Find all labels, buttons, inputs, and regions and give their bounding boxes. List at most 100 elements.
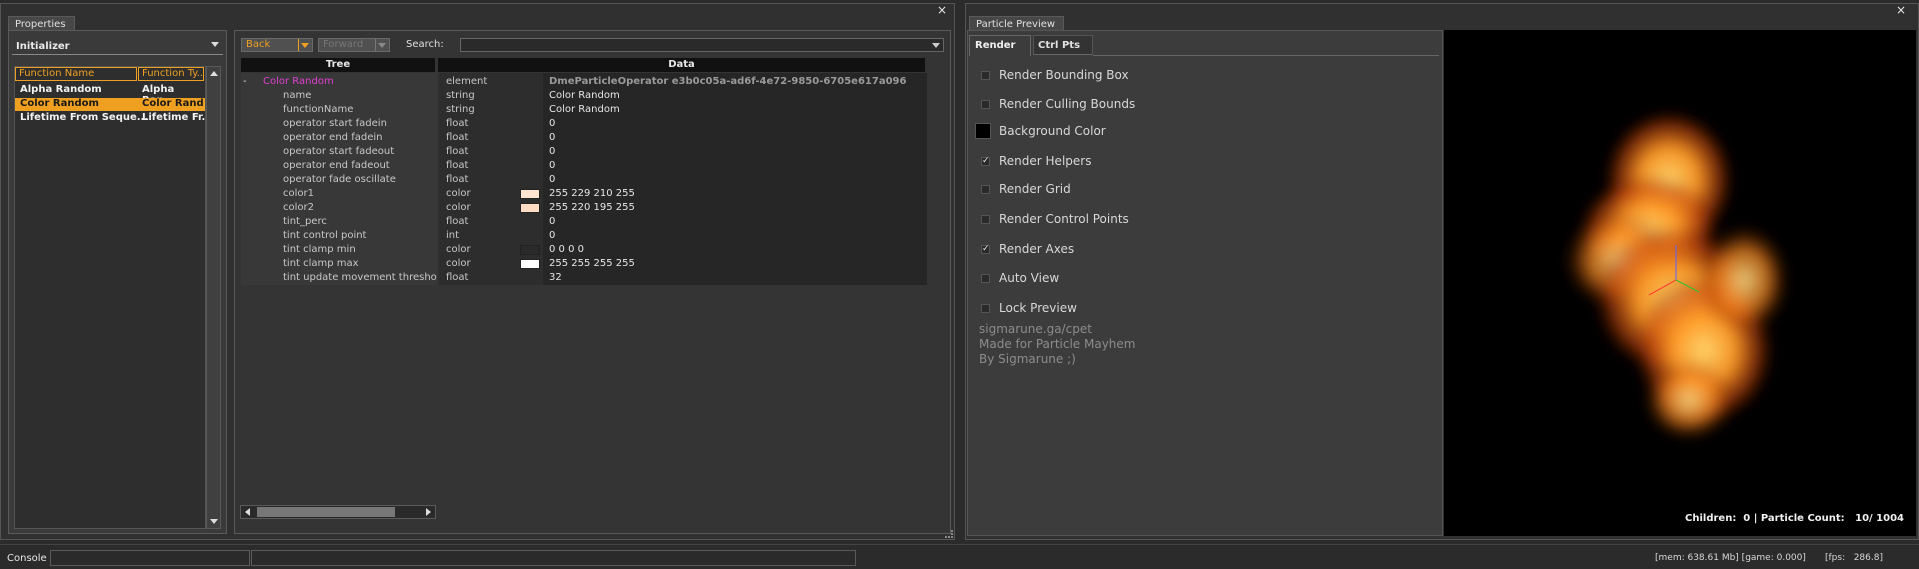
tree-row-name: tint control point bbox=[283, 230, 367, 241]
tree-row[interactable]: tint control point int 0 bbox=[241, 229, 925, 243]
tree-row-type: element bbox=[446, 76, 488, 87]
background-color-swatch[interactable] bbox=[975, 123, 991, 139]
checkbox[interactable] bbox=[981, 71, 990, 80]
particle-viewport[interactable]: Children: 0 | Particle Count: 10/ 1004 bbox=[1444, 30, 1916, 536]
option-render-bounding-box[interactable]: Render Bounding Box bbox=[975, 68, 1275, 87]
tree-row[interactable]: operator fade oscillate float 0 bbox=[241, 173, 925, 187]
console-input[interactable] bbox=[50, 550, 250, 566]
tree-row-value[interactable]: 255 220 195 255 bbox=[549, 201, 635, 215]
back-button[interactable]: Back bbox=[241, 38, 313, 52]
chevron-down-icon[interactable] bbox=[932, 43, 940, 48]
tree-row-type: float bbox=[446, 118, 469, 129]
credit-line: By Sigmarune ;) bbox=[979, 352, 1076, 366]
option-lock-preview[interactable]: Lock Preview bbox=[975, 301, 1275, 320]
tab-ctrl-pts[interactable]: Ctrl Pts bbox=[1033, 35, 1093, 55]
properties-close-icon[interactable]: × bbox=[937, 4, 947, 16]
option-label: Auto View bbox=[999, 271, 1060, 285]
tree-row-name: operator start fadeout bbox=[283, 146, 395, 157]
scroll-left-icon[interactable] bbox=[245, 508, 250, 516]
resize-grip-icon[interactable] bbox=[945, 530, 953, 538]
data-column-header[interactable]: Data bbox=[438, 58, 925, 72]
tree-row[interactable]: operator end fadein float 0 bbox=[241, 131, 925, 145]
tree-row[interactable]: tint clamp min color 0 0 0 0 bbox=[241, 243, 925, 257]
color-swatch[interactable] bbox=[520, 203, 540, 213]
scrollbar-thumb[interactable] bbox=[257, 507, 395, 517]
tree-row-value[interactable]: 255 229 210 255 bbox=[549, 187, 635, 201]
properties-tab[interactable]: Properties bbox=[8, 16, 75, 30]
function-list bbox=[14, 66, 206, 529]
tree-row-name: functionName bbox=[283, 104, 354, 115]
option-render-control-points[interactable]: Render Control Points bbox=[975, 212, 1275, 231]
tree-horizontal-scrollbar[interactable] bbox=[240, 505, 436, 519]
tree-row-value[interactable]: 0 bbox=[549, 173, 555, 187]
tree-row-name: color1 bbox=[283, 188, 314, 199]
option-background-color[interactable]: Background Color bbox=[975, 123, 1275, 143]
checkbox[interactable] bbox=[981, 100, 990, 109]
tree-row-value[interactable]: 255 255 255 255 bbox=[549, 257, 635, 271]
forward-button[interactable]: Forward bbox=[318, 38, 390, 52]
tree-row[interactable]: color1 color 255 229 210 255 bbox=[241, 187, 925, 201]
checkbox-checked[interactable]: ✓ bbox=[981, 157, 990, 166]
tree-row-value[interactable]: 0 bbox=[549, 159, 555, 173]
tree-row[interactable]: operator end fadeout float 0 bbox=[241, 159, 925, 173]
tree-row-root[interactable]: - Color Random element DmeParticleOperat… bbox=[241, 75, 925, 89]
console-output[interactable] bbox=[251, 550, 856, 566]
function-list-scrollbar[interactable] bbox=[206, 66, 221, 529]
fps-status: [fps: 286.8] bbox=[1825, 553, 1883, 563]
tree-row-value[interactable]: 32 bbox=[549, 271, 562, 285]
tree-row-name: tint update movement threshol bbox=[283, 272, 437, 283]
tree-row[interactable]: tint clamp max color 255 255 255 255 bbox=[241, 257, 925, 271]
option-label: Render Axes bbox=[999, 242, 1075, 256]
tab-render[interactable]: Render bbox=[969, 35, 1031, 56]
column-header-function-type[interactable]: Function Ty... bbox=[138, 67, 204, 81]
tree-row-value[interactable]: 0 bbox=[549, 215, 555, 229]
checkbox[interactable] bbox=[981, 185, 990, 194]
scroll-down-icon[interactable] bbox=[210, 519, 218, 524]
tree-row-type: float bbox=[446, 174, 469, 185]
function-name: Alpha Random bbox=[20, 84, 102, 95]
tree-row[interactable]: name string Color Random bbox=[241, 89, 925, 103]
scroll-right-icon[interactable] bbox=[426, 508, 431, 516]
tree-column-header[interactable]: Tree bbox=[241, 58, 435, 72]
tree-row[interactable]: functionName string Color Random bbox=[241, 103, 925, 117]
option-auto-view[interactable]: Auto View bbox=[975, 271, 1275, 290]
checkbox-checked[interactable]: ✓ bbox=[981, 245, 990, 254]
option-label: Render Grid bbox=[999, 182, 1071, 196]
tree-row[interactable]: tint_perc float 0 bbox=[241, 215, 925, 229]
tree-row[interactable]: operator start fadeout float 0 bbox=[241, 145, 925, 159]
tree-row-value[interactable]: 0 bbox=[549, 229, 555, 243]
checkbox[interactable] bbox=[981, 304, 990, 313]
expand-toggle[interactable]: - bbox=[243, 75, 247, 89]
tree-row-value[interactable]: Color Random bbox=[549, 103, 620, 117]
tree-row[interactable]: operator start fadein float 0 bbox=[241, 117, 925, 131]
color-swatch[interactable] bbox=[520, 259, 540, 269]
list-item[interactable]: Alpha Random Alpha Ran... bbox=[15, 84, 205, 106]
preview-close-icon[interactable]: × bbox=[1896, 4, 1906, 16]
tree-row-value[interactable]: Color Random bbox=[549, 89, 620, 103]
tree-row[interactable]: color2 color 255 220 195 255 bbox=[241, 201, 925, 215]
tree-row-name: operator end fadeout bbox=[283, 160, 390, 171]
dropdown-arrow-icon bbox=[298, 39, 311, 51]
color-swatch[interactable] bbox=[520, 245, 540, 255]
option-render-culling-bounds[interactable]: Render Culling Bounds bbox=[975, 97, 1275, 116]
option-render-axes[interactable]: ✓ Render Axes bbox=[975, 242, 1275, 261]
tree-row-value[interactable]: 0 0 0 0 bbox=[549, 243, 584, 257]
function-type: Lifetime Fr... bbox=[142, 112, 213, 123]
tree-row-value[interactable]: 0 bbox=[549, 117, 555, 131]
scroll-up-icon[interactable] bbox=[210, 71, 218, 76]
list-item[interactable]: Lifetime From Seque... Lifetime Fr... bbox=[15, 112, 213, 125]
category-dropdown[interactable]: Initializer bbox=[12, 38, 223, 55]
tree-row-value[interactable]: 0 bbox=[549, 145, 555, 159]
preview-tab[interactable]: Particle Preview bbox=[969, 16, 1064, 30]
tree-row-value[interactable]: 0 bbox=[549, 131, 555, 145]
tree-row[interactable]: tint update movement threshol float 32 bbox=[241, 271, 925, 285]
tree-row-type: float bbox=[446, 146, 469, 157]
search-input[interactable] bbox=[460, 38, 944, 52]
column-header-function-name[interactable]: Function Name bbox=[15, 67, 137, 81]
list-item-selected[interactable]: Color Random Color Rand... bbox=[15, 98, 205, 111]
checkbox[interactable] bbox=[981, 215, 990, 224]
option-render-helpers[interactable]: ✓ Render Helpers bbox=[975, 154, 1275, 173]
option-render-grid[interactable]: Render Grid bbox=[975, 182, 1275, 201]
checkbox[interactable] bbox=[981, 274, 990, 283]
color-swatch[interactable] bbox=[520, 189, 540, 199]
